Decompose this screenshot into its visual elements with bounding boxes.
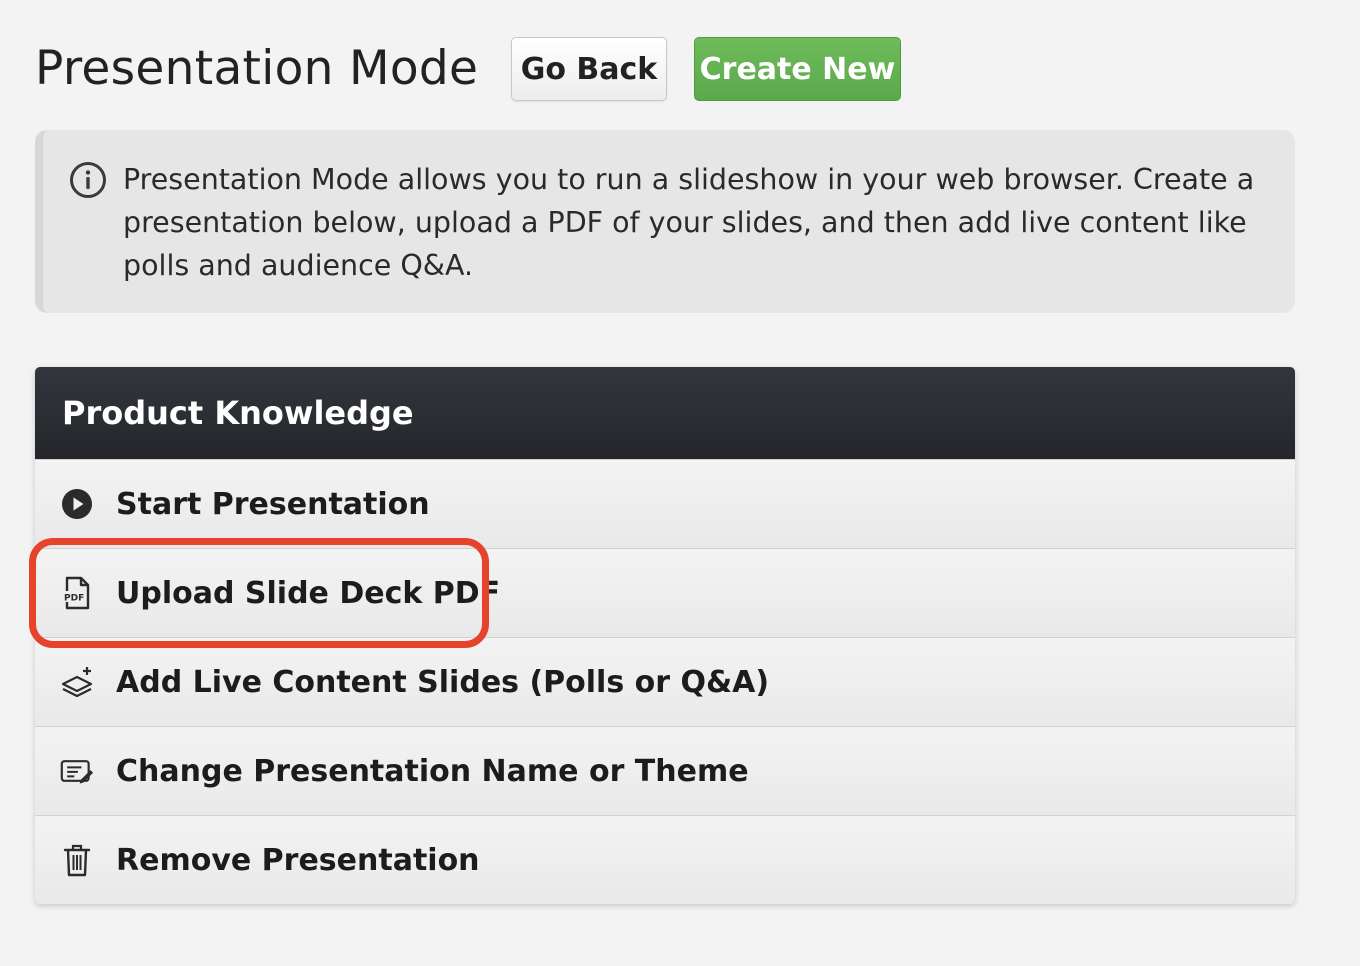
menu-item-label: Change Presentation Name or Theme (116, 753, 749, 789)
presentation-mode-page: Presentation Mode Go Back Create New Pre… (0, 0, 1360, 966)
play-icon (60, 487, 94, 521)
create-new-button[interactable]: Create New (694, 37, 901, 101)
menu-item-label: Upload Slide Deck PDF (116, 575, 501, 611)
page-header: Presentation Mode Go Back Create New (35, 36, 901, 102)
info-icon (70, 162, 106, 198)
trash-icon (60, 843, 94, 877)
info-text: Presentation Mode allows you to run a sl… (123, 163, 1255, 282)
presentation-card: Product Knowledge Start Presentation PDF (35, 367, 1295, 904)
presentation-name: Product Knowledge (62, 394, 414, 432)
edit-icon (60, 754, 94, 788)
change-name-or-theme-item[interactable]: Change Presentation Name or Theme (35, 726, 1295, 815)
menu-item-label: Remove Presentation (116, 842, 480, 878)
info-box: Presentation Mode allows you to run a sl… (35, 130, 1295, 313)
add-slides-icon (60, 665, 94, 699)
upload-slide-deck-pdf-item[interactable]: PDF Upload Slide Deck PDF (35, 548, 1295, 637)
start-presentation-item[interactable]: Start Presentation (35, 459, 1295, 548)
add-live-content-slides-item[interactable]: Add Live Content Slides (Polls or Q&A) (35, 637, 1295, 726)
pdf-icon: PDF (60, 576, 94, 610)
go-back-button[interactable]: Go Back (511, 37, 667, 101)
remove-presentation-item[interactable]: Remove Presentation (35, 815, 1295, 904)
svg-text:PDF: PDF (64, 594, 84, 604)
menu-item-label: Start Presentation (116, 486, 430, 522)
menu-item-label: Add Live Content Slides (Polls or Q&A) (116, 664, 770, 700)
page-title: Presentation Mode (35, 41, 479, 96)
presentation-card-header: Product Knowledge (35, 367, 1295, 459)
